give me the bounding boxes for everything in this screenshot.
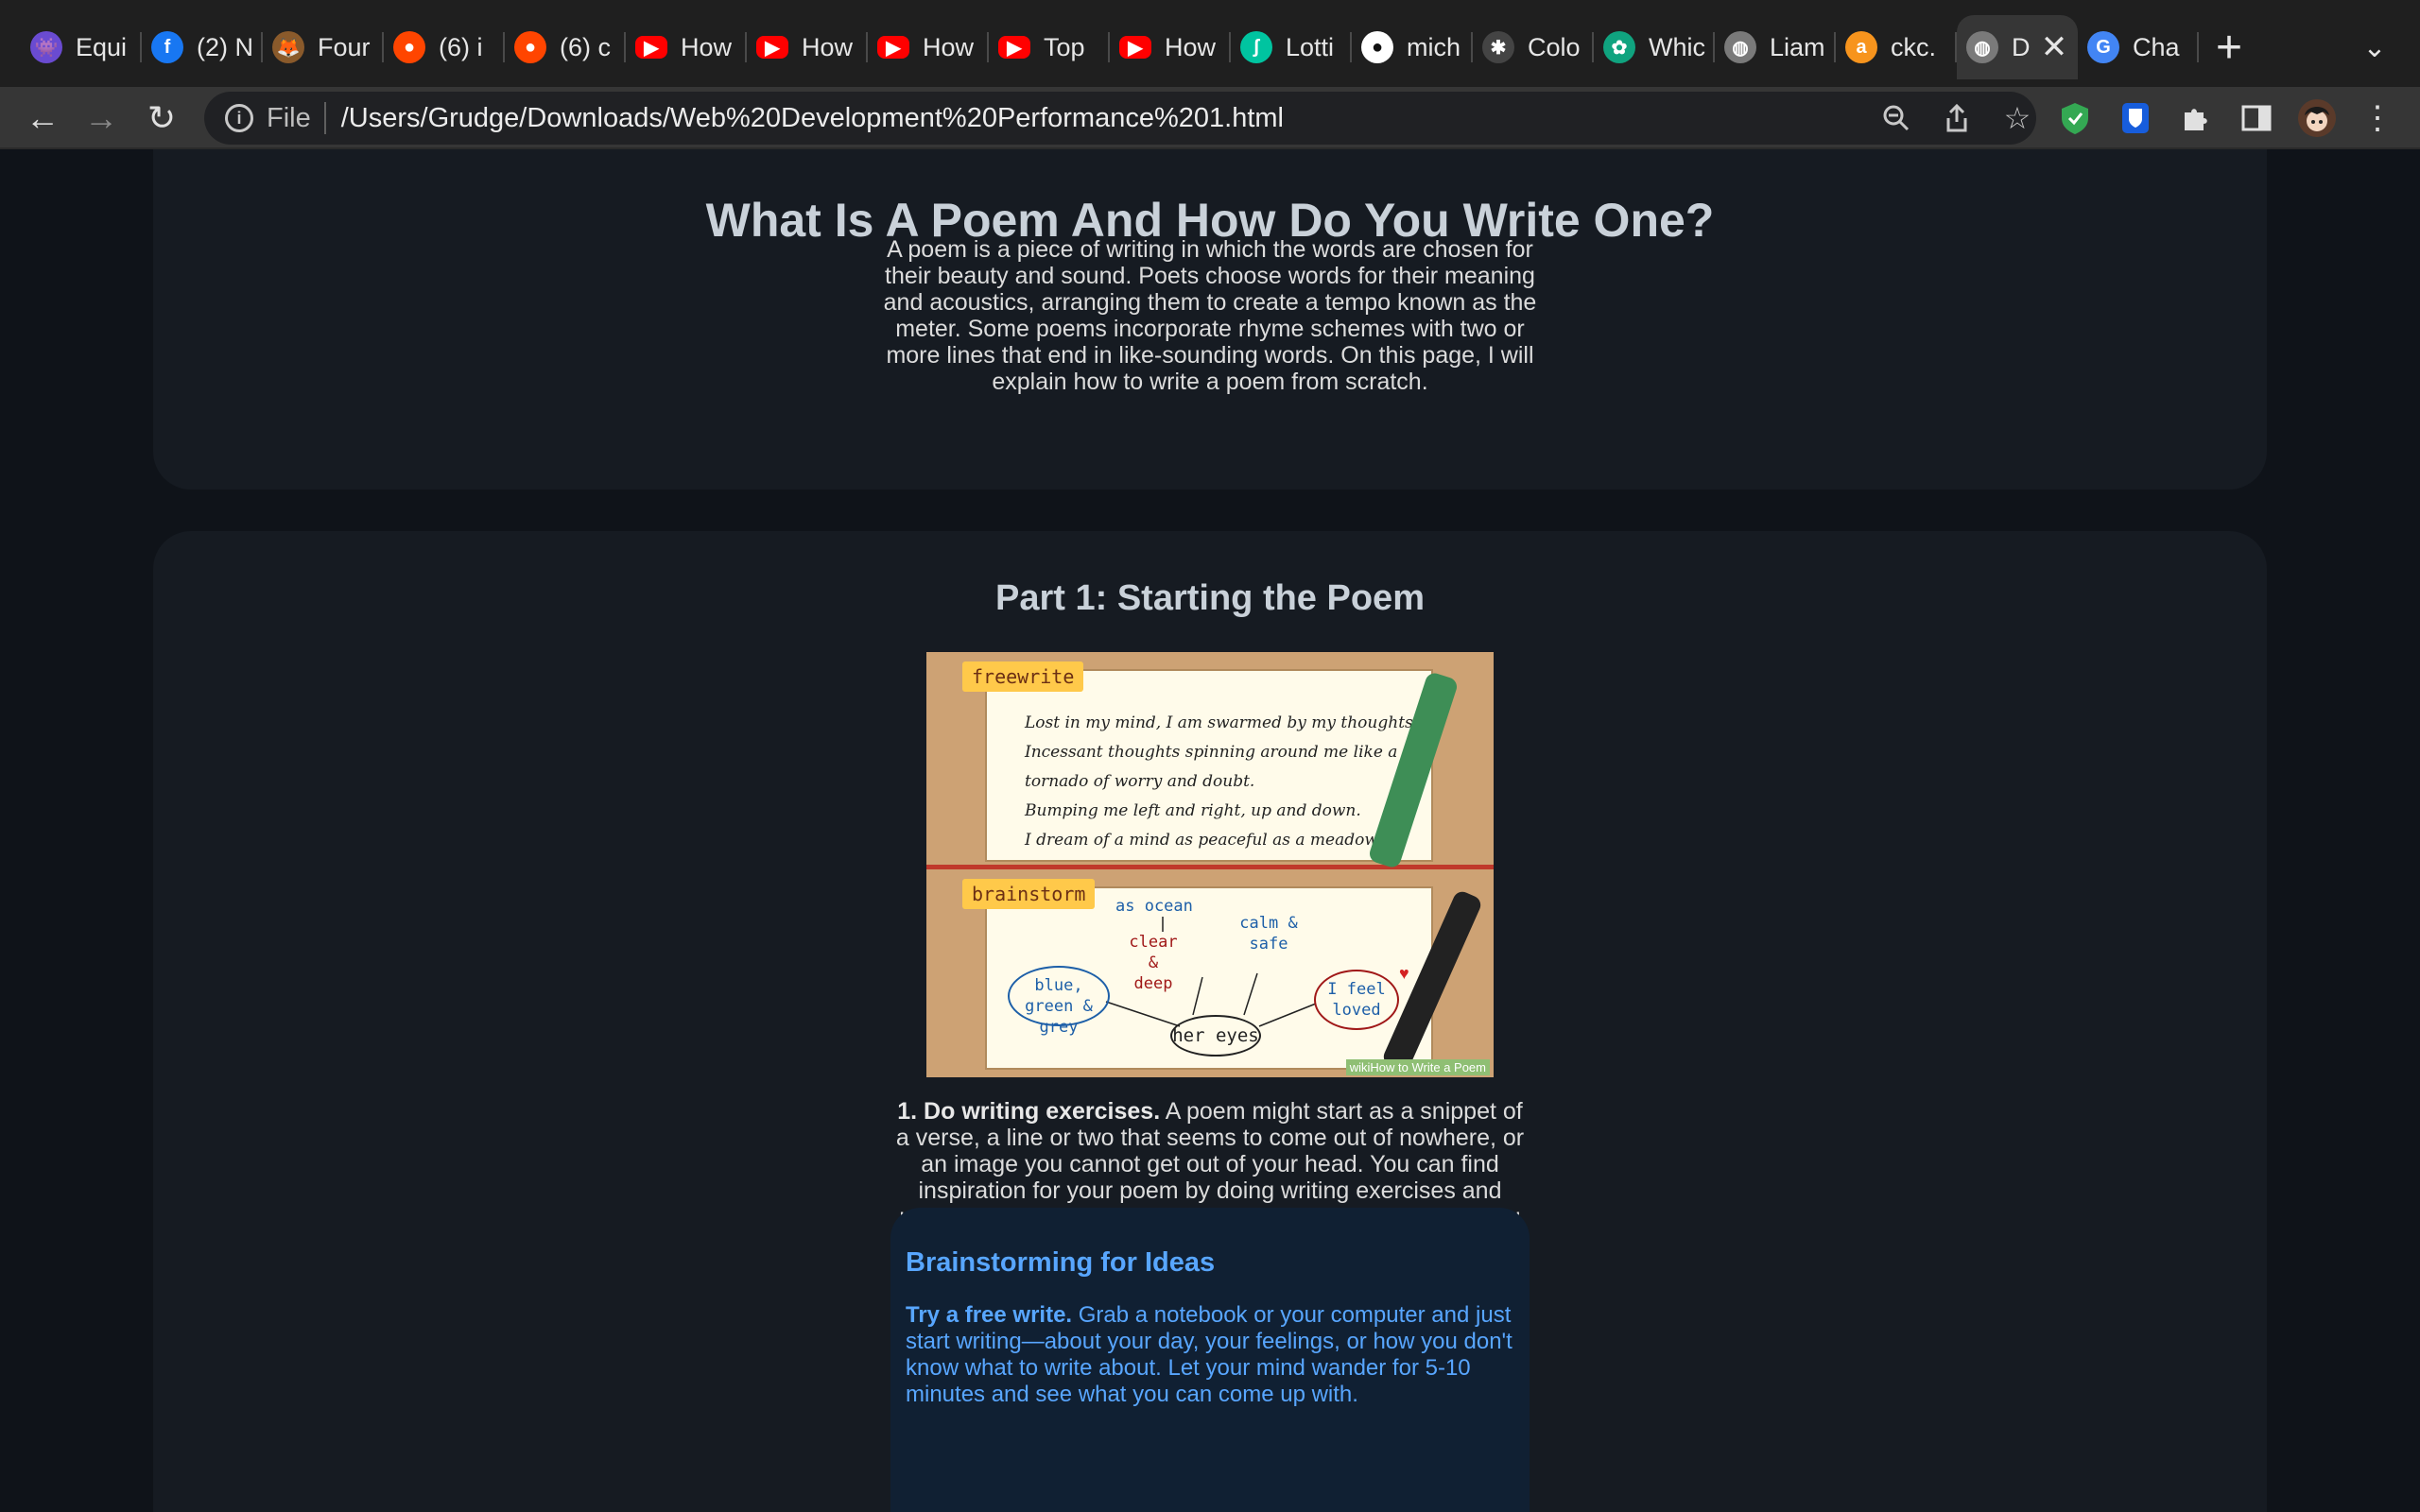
tab-title: Equi: [76, 32, 128, 61]
google-icon: G: [2087, 31, 2119, 63]
alien-icon: 👾: [30, 31, 62, 63]
tab-title: How: [923, 32, 975, 61]
tab-title: Cha: [2133, 32, 2180, 61]
address-separator: [323, 102, 326, 134]
close-tab-icon[interactable]: ✕: [2040, 28, 2068, 66]
brainstorm-word-blue: blue, green & grey: [1008, 966, 1110, 1037]
brainstorm-word-loved: I feel loved: [1314, 970, 1399, 1030]
browser-tab[interactable]: a ckc.: [1836, 15, 1957, 79]
tab-title: How: [681, 32, 733, 61]
tab-title: (6) i: [439, 32, 483, 61]
globe-icon: ◍: [1724, 31, 1756, 63]
youtube-icon: ▶: [756, 36, 788, 59]
browser-tab[interactable]: ● (6) i: [384, 15, 505, 79]
site-info-icon[interactable]: i: [225, 104, 253, 132]
tab-title: ckc.: [1891, 32, 1937, 61]
share-icon[interactable]: [1938, 99, 1976, 137]
intro-card: What Is A Poem And How Do You Write One?…: [153, 149, 2267, 490]
tab-title: Liam: [1770, 32, 1825, 61]
youtube-icon: ▶: [635, 36, 667, 59]
browser-tab[interactable]: ✿ Whic: [1594, 15, 1715, 79]
step-1-heading: 1. Do writing exercises.: [897, 1098, 1161, 1125]
callout-title: Brainstorming for Ideas: [906, 1247, 1216, 1278]
github-icon: ●: [1361, 31, 1393, 63]
tab-title: Four: [318, 32, 371, 61]
bitwarden-extension-icon[interactable]: [2116, 98, 2155, 138]
browser-tab[interactable]: ◍ Liam: [1715, 15, 1836, 79]
browser-tab[interactable]: ▶ How: [1110, 15, 1231, 79]
browser-toolbar: ← → ↻ i File /Users/Grudge/Downloads/Web…: [0, 87, 2420, 149]
browser-tab[interactable]: 👾 Equi: [21, 15, 142, 79]
part1-card: Part 1: Starting the Poem freewrite brai…: [153, 531, 2267, 1512]
brainstorm-word-clear: clear & deep: [1129, 933, 1178, 993]
avast-icon: a: [1845, 31, 1877, 63]
youtube-icon: ▶: [998, 36, 1030, 59]
facebook-icon: f: [151, 31, 183, 63]
back-arrow-icon[interactable]: ←: [19, 94, 66, 142]
side-panel-icon[interactable]: [2237, 98, 2276, 138]
browser-tab[interactable]: ◍ D ✕: [1957, 15, 2078, 79]
browser-tab[interactable]: ▶ How: [626, 15, 747, 79]
color-icon: ✱: [1482, 31, 1514, 63]
address-bar[interactable]: i File /Users/Grudge/Downloads/Web%20Dev…: [204, 92, 2036, 145]
tab-strip: 👾 Equi f (2) N 🦊 Four ● (6) i ● (6) c ▶ How ▶ How ▶ How…: [0, 0, 2420, 87]
tab-title: D: [2012, 32, 2031, 61]
fox-icon: 🦊: [272, 31, 304, 63]
tab-title: Colo: [1528, 32, 1581, 61]
browser-tab[interactable]: ▶ Top: [989, 15, 1110, 79]
reddit-icon: ●: [393, 31, 425, 63]
brainstorm-connector-lines: [1105, 917, 1317, 1027]
zoom-icon[interactable]: [1877, 99, 1915, 137]
reddit-icon: ●: [514, 31, 546, 63]
brainstorm-center-bubble: her eyes: [1170, 1015, 1261, 1057]
globe-icon: ◍: [1966, 31, 1998, 63]
forward-arrow-icon[interactable]: →: [78, 94, 125, 142]
new-tab-button[interactable]: +: [2203, 21, 2256, 74]
browser-tab[interactable]: ʃ Lotti: [1231, 15, 1352, 79]
browser-tab[interactable]: ▶ How: [747, 15, 868, 79]
browser-tab[interactable]: 🦊 Four: [263, 15, 384, 79]
tab-title: How: [802, 32, 854, 61]
browser-tab[interactable]: ● mich: [1352, 15, 1473, 79]
browser-tab[interactable]: G Cha: [2078, 15, 2199, 79]
lottie-icon: ʃ: [1240, 31, 1272, 63]
browser-tab[interactable]: ✱ Colo: [1473, 15, 1594, 79]
bookmark-star-icon[interactable]: ☆: [1998, 99, 2036, 137]
tab-title: Top: [1044, 32, 1085, 61]
puzzle-extensions-icon[interactable]: [2176, 98, 2216, 138]
tab-title: Lotti: [1286, 32, 1335, 61]
youtube-icon: ▶: [877, 36, 909, 59]
section-title: Part 1: Starting the Poem: [995, 578, 1425, 618]
tab-title: (2) N: [197, 32, 253, 61]
tab-title: (6) c: [560, 32, 611, 61]
chatgpt-icon: ✿: [1603, 31, 1635, 63]
url-text[interactable]: /Users/Grudge/Downloads/Web%20Developmen…: [341, 103, 1284, 134]
tab-title: How: [1165, 32, 1217, 61]
tab-title: mich: [1407, 32, 1461, 61]
heart-icon: ♥: [1399, 964, 1409, 983]
tab-title: Whic: [1649, 32, 1705, 61]
brainstorm-word-ocean: as ocean: [1115, 897, 1193, 916]
browser-tab[interactable]: f (2) N: [142, 15, 263, 79]
youtube-icon: ▶: [1119, 36, 1151, 59]
callout-bold-lead: Try a free write.: [906, 1302, 1073, 1328]
page-viewport[interactable]: What Is A Poem And How Do You Write One?…: [0, 149, 2420, 1512]
profile-avatar[interactable]: [2297, 98, 2337, 138]
browser-tab[interactable]: ● (6) c: [505, 15, 626, 79]
url-scheme-label: File: [267, 102, 311, 133]
tab-search-chevron-icon[interactable]: ⌄: [2354, 26, 2395, 68]
intro-paragraph: A poem is a piece of writing in which th…: [883, 236, 1537, 395]
wikihow-watermark: wikiHow to Write a Poem: [1345, 1059, 1490, 1075]
brainstorm-word-calm: calm & safe: [1239, 914, 1298, 954]
freewrite-brainstorm-illustration: freewrite brainstorm Lost in my mind, I …: [926, 652, 1494, 1077]
menu-kebab-icon[interactable]: ⋮: [2358, 98, 2397, 138]
reload-icon[interactable]: ↻: [138, 94, 185, 142]
browser-tab[interactable]: ▶ How: [868, 15, 989, 79]
shield-extension-icon[interactable]: [2055, 98, 2095, 138]
callout-text: Try a free write. Grab a notebook or you…: [906, 1302, 1520, 1408]
tab-list: 👾 Equi f (2) N 🦊 Four ● (6) i ● (6) c ▶ How ▶ How ▶ How…: [21, 15, 2199, 79]
brainstorm-callout: Brainstorming for Ideas Try a free write…: [890, 1208, 1530, 1512]
